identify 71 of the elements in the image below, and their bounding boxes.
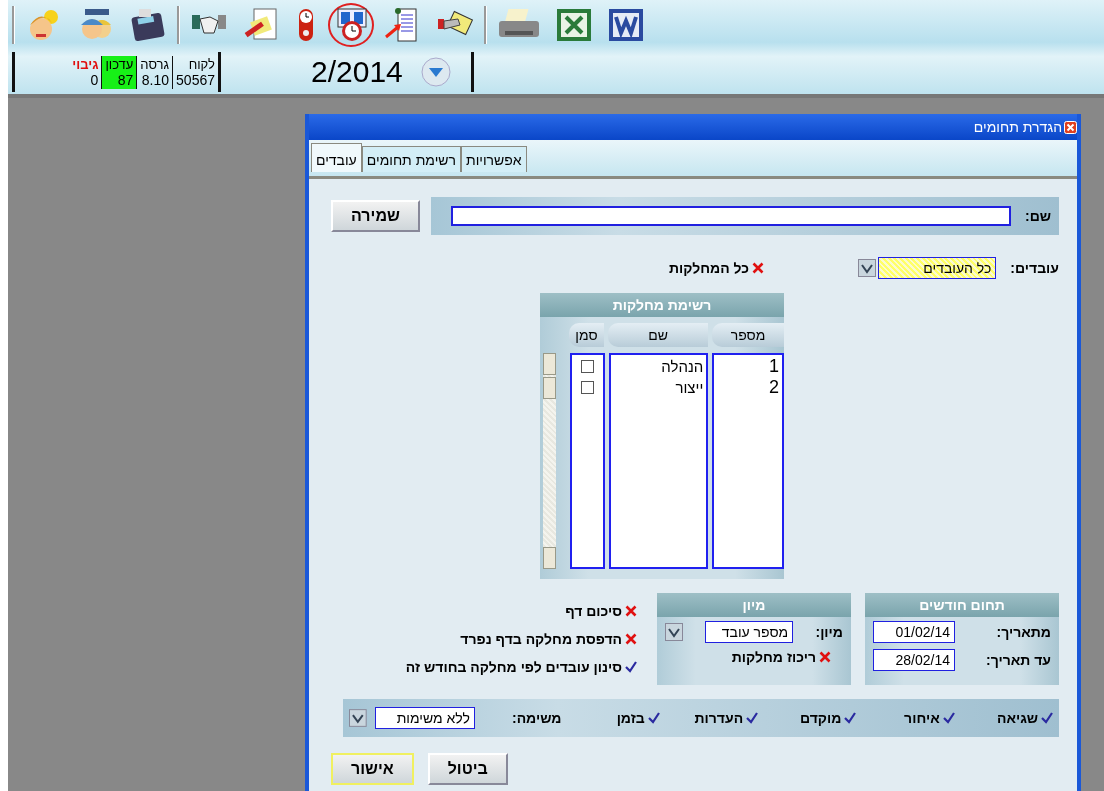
sort-combo[interactable]: מספר עובד [705, 621, 794, 643]
save-button[interactable]: שמירה [331, 200, 420, 232]
check-icon[interactable] [942, 712, 955, 724]
name-field[interactable] [450, 206, 1011, 226]
option-label: כל המחלקות [668, 260, 749, 276]
sort-label: מיון: [815, 624, 843, 640]
confirm-button[interactable]: אישור [331, 753, 414, 785]
option-label: מוקדם [800, 710, 842, 726]
tab[interactable]: רשימת תחומים [361, 146, 461, 172]
scrollbar[interactable] [543, 353, 556, 569]
panel-title: תחום חודשים [865, 593, 1059, 617]
panel-title: רשימת מחלקות [540, 293, 784, 317]
spreadsheet-icon [555, 7, 593, 43]
option-label: סיכום דף [565, 603, 622, 619]
employees-label: עובדים: [1010, 260, 1059, 276]
period-label: 2/2014 [311, 55, 403, 89]
option-label: הדפסת מחלקה בדף נפרד [460, 631, 622, 647]
dropdown-button[interactable] [665, 623, 683, 641]
status-value: 87 [117, 71, 134, 88]
cross-icon[interactable] [752, 262, 764, 274]
document-icon [607, 7, 645, 43]
option-label: סינון עובדים לפי מחלקה בחודש זה [405, 659, 622, 675]
date-field[interactable]: 01/02/14 [873, 621, 955, 643]
cross-icon[interactable] [625, 605, 637, 617]
status-label: גיבוי [72, 56, 99, 72]
status-label: עדכון [105, 56, 134, 72]
cross-icon[interactable] [819, 651, 831, 663]
check-icon[interactable] [1041, 712, 1053, 724]
check-icon[interactable] [625, 661, 637, 673]
table-cell-text: ייצור [674, 378, 704, 398]
dropdown-button[interactable] [858, 259, 877, 277]
dropdown-button-icon[interactable] [420, 57, 451, 87]
cancel-button[interactable]: ביטול [427, 753, 508, 785]
status-label: גרסה [140, 56, 170, 72]
task-combo[interactable]: ללא משימות [374, 707, 475, 729]
status-value: 0 [90, 71, 99, 88]
table-cell-text: הנהלה [660, 357, 704, 377]
name-label: שם: [1024, 208, 1051, 224]
checkbox[interactable] [580, 360, 594, 373]
table-cell-text: 2 [768, 377, 779, 398]
calculator-icon [129, 7, 167, 43]
panel-title: מיון [657, 593, 851, 617]
date-label: מתאריך: [996, 624, 1051, 640]
column-header[interactable]: מספר [712, 323, 784, 347]
option-label: איחור [904, 710, 940, 726]
status-value: 50567 [176, 71, 215, 88]
employees-combo[interactable]: כל העובדים [878, 257, 997, 279]
status-label: לקוח [188, 56, 215, 72]
date-field[interactable]: 28/02/14 [873, 649, 955, 671]
column-header[interactable]: שם [608, 323, 708, 347]
option-label: בזמן [616, 710, 645, 726]
column-header[interactable]: סמן [569, 323, 604, 347]
table-cell-text: 1 [768, 356, 779, 377]
checkbox[interactable] [580, 381, 594, 394]
dialog-title: הגדרת תחומים [973, 119, 1062, 135]
status-value: 8.10 [141, 71, 170, 88]
task-label: משימה: [510, 710, 562, 726]
document-pen-icon [242, 7, 280, 43]
option-label: ריכוז מחלקות [731, 649, 816, 665]
option-label: שגיאה [997, 710, 1038, 726]
cross-icon[interactable] [625, 633, 637, 645]
check-icon[interactable] [746, 712, 759, 724]
toolbar-button[interactable] [328, 3, 374, 47]
check-icon[interactable] [647, 712, 660, 724]
dropdown-button[interactable] [349, 709, 367, 727]
date-label: עד תאריך: [985, 652, 1051, 668]
close-icon[interactable] [1064, 120, 1077, 134]
tab[interactable]: עובדים [311, 143, 362, 172]
check-icon[interactable] [844, 712, 857, 724]
tab[interactable]: אפשרויות [461, 146, 527, 172]
option-label: העדרות [694, 710, 744, 726]
